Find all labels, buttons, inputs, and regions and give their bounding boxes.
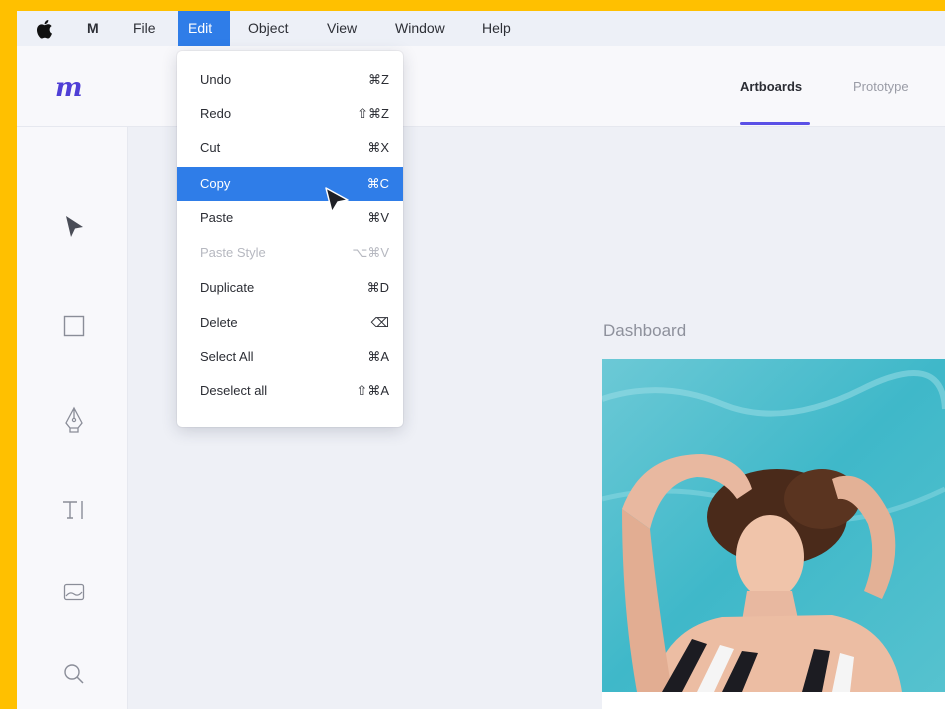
menu-item-label: Copy xyxy=(200,176,231,191)
text-icon xyxy=(63,501,83,519)
rectangle-tool-button[interactable] xyxy=(57,309,91,343)
menu-item-label: Duplicate xyxy=(200,280,255,295)
pen-tool-button[interactable] xyxy=(57,403,91,437)
menu-item-label: Redo xyxy=(200,106,232,121)
menu-item-select-all[interactable]: Select All ⌘A xyxy=(177,340,403,374)
menu-item-cut[interactable]: Cut ⌘X xyxy=(177,131,403,165)
tab-prototype[interactable]: Prototype xyxy=(853,79,909,94)
artboard[interactable] xyxy=(602,359,945,709)
menu-item-shortcut: ⌫ xyxy=(370,315,389,330)
pen-icon xyxy=(65,406,83,433)
menu-item-shortcut: ⌘V xyxy=(367,210,389,225)
pool-photo-image xyxy=(602,359,945,692)
select-tool-button[interactable] xyxy=(57,210,91,244)
menu-window[interactable]: Window xyxy=(385,11,455,46)
text-tool-button[interactable] xyxy=(57,493,91,527)
menu-item-paste[interactable]: Paste ⌘V xyxy=(177,201,403,235)
menu-help[interactable]: Help xyxy=(472,11,521,46)
app-screen: M File Edit Object View Window Help m Ar… xyxy=(17,11,945,709)
menu-edit[interactable]: Edit xyxy=(178,11,230,46)
artboard-title[interactable]: Dashboard xyxy=(603,321,686,341)
menu-item-shortcut: ⇧⌘Z xyxy=(357,106,389,121)
menu-item-undo[interactable]: Undo ⌘Z xyxy=(177,63,403,97)
menu-item-label: Cut xyxy=(200,140,221,155)
menu-item-duplicate[interactable]: Duplicate ⌘D xyxy=(177,271,403,305)
menu-item-label: Delete xyxy=(200,315,238,330)
image-icon xyxy=(63,583,85,601)
menu-item-shortcut: ⌥⌘V xyxy=(352,245,389,260)
menu-item-shortcut: ⌘D xyxy=(366,280,389,295)
zoom-tool-button[interactable] xyxy=(57,657,91,691)
tab-artboards[interactable]: Artboards xyxy=(740,79,802,94)
search-icon xyxy=(64,664,84,684)
image-tool-button[interactable] xyxy=(57,575,91,609)
menu-bar: M File Edit Object View Window Help xyxy=(17,11,945,46)
menu-item-deselect-all[interactable]: Deselect all ⇧⌘A xyxy=(177,374,403,408)
menu-item-label: Paste Style xyxy=(200,245,266,260)
rectangle-icon xyxy=(63,315,85,337)
menu-item-shortcut: ⌘C xyxy=(366,176,389,191)
menu-item-label: Deselect all xyxy=(200,383,268,398)
apple-icon[interactable] xyxy=(36,19,53,39)
menu-file[interactable]: File xyxy=(123,11,166,46)
menu-item-copy[interactable]: Copy ⌘C xyxy=(177,167,403,201)
menu-item-delete[interactable]: Delete ⌫ xyxy=(177,306,403,340)
mouse-pointer-icon xyxy=(325,187,349,213)
edit-dropdown-menu: Undo ⌘Z Redo ⇧⌘Z Cut ⌘X Copy ⌘C Paste ⌘V… xyxy=(177,51,403,427)
menu-item-shortcut: ⌘Z xyxy=(368,72,389,87)
tool-sidebar xyxy=(17,127,128,709)
menu-item-shortcut: ⇧⌘A xyxy=(356,383,389,398)
menu-item-label: Paste xyxy=(200,210,234,225)
menu-item-label: Undo xyxy=(200,72,232,87)
menu-view[interactable]: View xyxy=(317,11,367,46)
menu-item-paste-style: Paste Style ⌥⌘V xyxy=(177,236,403,270)
menu-item-shortcut: ⌘A xyxy=(367,349,389,364)
active-tab-indicator xyxy=(740,122,810,125)
menu-item-shortcut: ⌘X xyxy=(367,140,389,155)
app-header: m Artboards Prototype xyxy=(17,46,945,127)
menu-object[interactable]: Object xyxy=(238,11,298,46)
app-logo[interactable]: m xyxy=(55,73,83,103)
menu-item-redo[interactable]: Redo ⇧⌘Z xyxy=(177,97,403,131)
menu-item-label: Select All xyxy=(200,349,254,364)
cursor-arrow-icon xyxy=(66,216,83,237)
menu-app-name[interactable]: M xyxy=(77,11,109,46)
